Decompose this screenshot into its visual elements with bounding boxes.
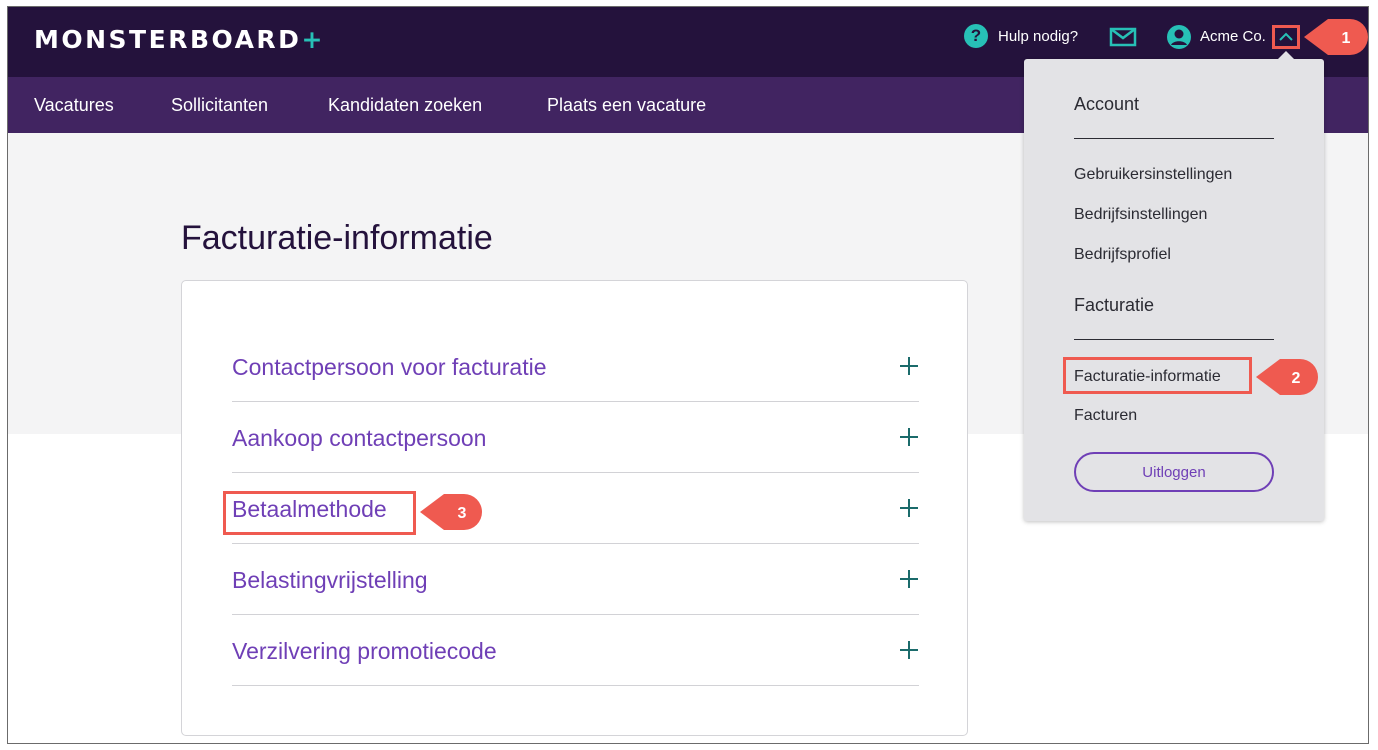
accordion-label: Verzilvering promotiecode (232, 638, 497, 664)
dropdown-heading-account: Account (1074, 94, 1140, 114)
menu-item-facturen[interactable]: Facturen (1074, 406, 1137, 426)
browser-frame: MONSTERBOARD+ ? Hulp nodig? Acme Co. Vac… (7, 6, 1369, 744)
account-name[interactable]: Acme Co. (1200, 28, 1266, 45)
nav-item-kandidaten-zoeken[interactable]: Kandidaten zoeken (328, 94, 482, 116)
account-menu-toggle[interactable] (1272, 25, 1300, 49)
help-link[interactable]: ? Hulp nodig? (964, 22, 1078, 50)
plus-icon[interactable] (899, 427, 919, 447)
plus-icon[interactable] (899, 356, 919, 376)
account-dropdown-menu: Account Gebruikersinstellingen Bedrijfsi… (1024, 51, 1324, 521)
accordion-row-aankoop[interactable]: Aankoop contactpersoon (232, 402, 919, 473)
menu-item-bedrijfsinstellingen[interactable]: Bedrijfsinstellingen (1074, 205, 1207, 225)
callout-number: 3 (458, 505, 467, 522)
annotation-callout-2: 2 (1254, 357, 1320, 397)
monsterboard-logo[interactable]: MONSTERBOARD+ (34, 26, 325, 54)
dropdown-heading-facturatie: Facturatie (1074, 295, 1155, 315)
plus-icon[interactable] (899, 498, 919, 518)
question-icon: ? (964, 24, 988, 48)
menu-item-gebruikersinstellingen[interactable]: Gebruikersinstellingen (1074, 165, 1232, 185)
logo-plus: + (301, 25, 325, 54)
dropdown-divider (1074, 339, 1274, 340)
accordion-label: Contactpersoon voor facturatie (232, 354, 547, 380)
accordion-row-belastingvrijstelling[interactable]: Belastingvrijstelling (232, 544, 919, 615)
user-avatar-icon[interactable] (1166, 24, 1192, 50)
plus-icon[interactable] (899, 640, 919, 660)
logo-text: MONSTERBOARD (34, 25, 302, 54)
callout-number: 1 (1342, 30, 1351, 47)
annotation-callout-3: 3 (418, 492, 484, 532)
help-label: Hulp nodig? (998, 27, 1079, 45)
annotation-highlight-betaalmethode (223, 491, 416, 535)
menu-item-facturatie-informatie[interactable]: Facturatie-informatie (1074, 367, 1221, 387)
nav-item-sollicitanten[interactable]: Sollicitanten (171, 94, 268, 116)
menu-item-bedrijfsprofiel[interactable]: Bedrijfsprofiel (1074, 245, 1171, 265)
accordion-label: Aankoop contactpersoon (232, 425, 487, 451)
page-title: Facturatie-informatie (181, 219, 493, 257)
nav-item-vacatures[interactable]: Vacatures (34, 94, 114, 116)
callout-number: 2 (1292, 370, 1301, 387)
nav-item-plaats-vacature[interactable]: Plaats een vacature (547, 94, 706, 116)
chevron-up-icon (1279, 32, 1293, 41)
dropdown-caret (1278, 51, 1294, 59)
logout-button[interactable]: Uitloggen (1074, 452, 1274, 492)
accordion-row-contactpersoon[interactable]: Contactpersoon voor facturatie (232, 331, 919, 402)
dropdown-divider (1074, 138, 1274, 139)
annotation-callout-1: 1 (1302, 17, 1368, 57)
mail-icon[interactable] (1109, 27, 1137, 47)
accordion-row-promotiecode[interactable]: Verzilvering promotiecode (232, 615, 919, 686)
plus-icon[interactable] (899, 569, 919, 589)
accordion-label: Belastingvrijstelling (232, 567, 428, 593)
